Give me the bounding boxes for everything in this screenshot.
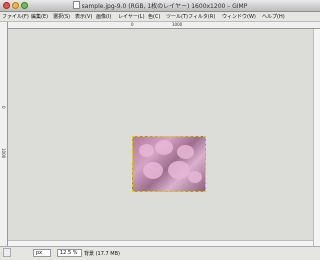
menu-bar: ファイル(F) 編集(E) 選択(S) 表示(V) 画像(I) レイヤー(L) … [0, 12, 320, 22]
window-title: sample.jpg-9.0 (RGB, 1枚のレイヤー) 1600x1200 … [0, 1, 320, 10]
title-bar: sample.jpg-9.0 (RGB, 1枚のレイヤー) 1600x1200 … [0, 0, 320, 12]
gimp-window: sample.jpg-9.0 (RGB, 1枚のレイヤー) 1600x1200 … [0, 0, 320, 260]
menu-view[interactable]: 表示(V) [75, 13, 92, 20]
menu-tools[interactable]: ツール(T) [166, 13, 188, 20]
vertical-scrollbar[interactable] [313, 29, 320, 246]
status-bar: px 12.5 % 背景 (17.7 MB) [0, 246, 320, 260]
menu-image[interactable]: 画像(I) [96, 13, 111, 20]
menu-windows[interactable]: ウィンドウ(W) [222, 13, 256, 20]
flower-blossom-shape [155, 140, 173, 155]
menu-help[interactable]: ヘルプ(H) [262, 13, 285, 20]
menu-edit[interactable]: 編集(E) [31, 13, 48, 20]
status-text: 背景 (17.7 MB) [84, 251, 120, 257]
zoom-select[interactable]: 12.5 % [57, 249, 82, 257]
left-ruler-label-1000: 1000 [1, 148, 6, 159]
menu-select[interactable]: 選択(S) [53, 13, 70, 20]
flower-blossom-shape [139, 144, 154, 157]
navigation-button[interactable] [3, 248, 11, 257]
document-icon [72, 1, 80, 9]
window-title-text: sample.jpg-9.0 (RGB, 1枚のレイヤー) 1600x1200 … [81, 3, 248, 10]
menu-colors[interactable]: 色(C) [148, 13, 160, 20]
left-ruler-label-0: 0 [1, 106, 6, 109]
top-ruler-label-0: 0 [131, 22, 134, 27]
menu-file[interactable]: ファイル(F) [2, 13, 29, 20]
unit-select[interactable]: px [33, 249, 51, 257]
flower-blossom-shape [168, 161, 190, 179]
image-canvas[interactable] [8, 29, 320, 246]
top-ruler-label-1000: 1000 [172, 22, 183, 27]
flower-blossom-shape [177, 145, 194, 159]
flower-blossom-shape [143, 162, 163, 179]
flower-blossom-shape [188, 171, 202, 183]
menu-layer[interactable]: レイヤー(L) [118, 13, 145, 20]
left-ruler[interactable]: 0 1000 [0, 22, 8, 246]
top-ruler[interactable]: 0 1000 [8, 22, 320, 29]
flower-image[interactable] [132, 136, 206, 192]
menu-filters[interactable]: フィルタ(R) [188, 13, 215, 20]
